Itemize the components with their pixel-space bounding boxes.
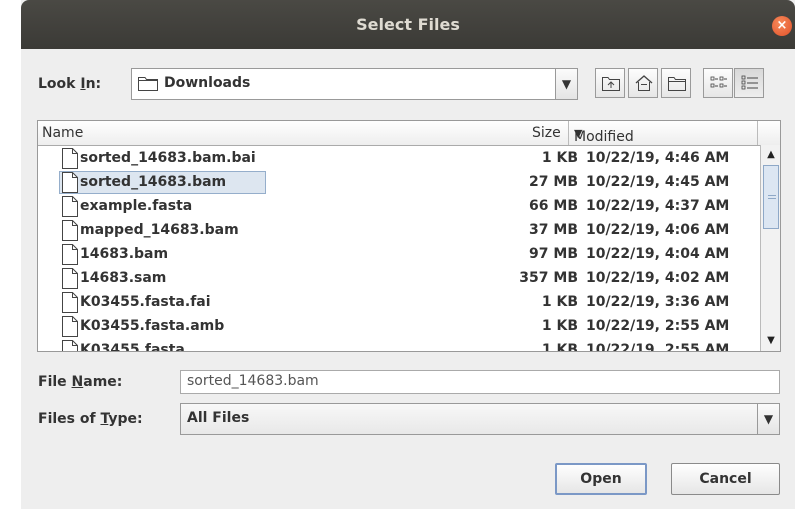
file-row[interactable]: sorted_14683.bam.bai 1 KB 10/22/19, 4:46 A…	[38, 147, 760, 171]
title-bar[interactable]: Select Files ×	[21, 0, 795, 49]
look-in-combo[interactable]: Downloads	[131, 68, 578, 100]
home-icon	[635, 75, 653, 91]
file-icon	[62, 244, 78, 265]
scroll-down-icon[interactable]: ▼	[761, 331, 780, 351]
close-button[interactable]: ×	[772, 16, 792, 36]
file-icon	[62, 220, 78, 241]
home-button[interactable]	[628, 68, 658, 98]
file-row[interactable]: K03455.fasta.amb 1 KB 10/22/19, 2:55 AM	[38, 315, 760, 339]
file-modified-cell: 10/22/19, 2:55 AM	[586, 342, 730, 352]
look-in-label: Look In:	[38, 76, 102, 92]
list-view-button[interactable]	[703, 68, 733, 98]
details-view-button[interactable]	[734, 68, 764, 98]
file-modified-cell: 10/22/19, 2:55 AM	[586, 318, 730, 334]
column-separator[interactable]	[568, 121, 569, 145]
dialog-title: Select Files	[356, 15, 460, 34]
column-header-name[interactable]: Name	[42, 125, 83, 141]
scroll-grip	[768, 195, 776, 196]
file-row[interactable]: 14683.bam 97 MB 10/22/19, 4:04 AM	[38, 243, 760, 267]
chevron-down-icon: ▼	[763, 412, 774, 426]
file-list[interactable]: Name Size Modified ▼ sorted_14683.bam.ba…	[37, 120, 781, 352]
file-name-cell: sorted_14683.bam	[80, 174, 227, 190]
file-size-cell: 1 KB	[541, 294, 578, 310]
open-button[interactable]: Open	[555, 463, 647, 495]
file-size-cell: 1 KB	[541, 342, 578, 352]
file-row[interactable]: example.fasta 66 MB 10/22/19, 4:37 AM	[38, 195, 760, 219]
look-in-value: Downloads	[164, 75, 251, 91]
file-modified-cell: 10/22/19, 4:04 AM	[586, 246, 730, 262]
file-size-cell: 66 MB	[529, 198, 578, 214]
cancel-button[interactable]: Cancel	[671, 463, 780, 495]
file-name-cell: K03455.fasta	[80, 342, 185, 352]
file-name-label: File Name:	[38, 374, 123, 390]
file-size-cell: 27 MB	[529, 174, 578, 190]
file-size-cell: 97 MB	[529, 246, 578, 262]
vertical-scrollbar[interactable]: ▲ ▼	[760, 145, 780, 351]
file-type-label: Files of Type:	[38, 411, 143, 427]
file-size-cell: 1 KB	[541, 318, 578, 334]
select-files-dialog: Select Files × Look In: Downloads ▼ Name…	[21, 0, 795, 509]
file-modified-cell: 10/22/19, 4:46 AM	[586, 150, 730, 166]
file-row[interactable]: 14683.sam 357 MB 10/22/19, 4:02 AM	[38, 267, 760, 291]
file-modified-cell: 10/22/19, 4:37 AM	[586, 198, 730, 214]
file-name-cell: K03455.fasta.amb	[80, 318, 225, 334]
column-separator[interactable]	[757, 121, 758, 145]
new-folder-icon	[668, 77, 686, 91]
file-icon	[62, 196, 78, 217]
close-icon: ×	[776, 18, 788, 33]
file-row[interactable]: mapped_14683.bam 37 MB 10/22/19, 4:06 AM	[38, 219, 760, 243]
file-name-cell: sorted_14683.bam.bai	[80, 150, 256, 166]
file-icon	[62, 148, 78, 169]
up-one-level-icon	[602, 77, 620, 91]
file-type-combo[interactable]: All Files	[180, 403, 780, 435]
background-window-strip	[0, 0, 21, 509]
file-name-cell: 14683.bam	[80, 246, 169, 262]
file-modified-cell: 10/22/19, 4:06 AM	[586, 222, 730, 238]
file-list-header: Name Size Modified ▼	[38, 121, 780, 146]
scroll-up-icon[interactable]: ▲	[761, 145, 780, 165]
column-header-modified[interactable]: Modified ▼	[574, 125, 634, 145]
file-name-cell: K03455.fasta.fai	[80, 294, 211, 310]
folder-icon	[138, 77, 158, 91]
file-size-cell: 357 MB	[519, 270, 578, 286]
file-icon	[62, 340, 78, 351]
file-size-cell: 37 MB	[529, 222, 578, 238]
scrollbar-thumb[interactable]	[763, 165, 779, 229]
file-modified-cell: 10/22/19, 4:45 AM	[586, 174, 730, 190]
column-header-size[interactable]: Size	[532, 125, 561, 141]
file-icon	[62, 316, 78, 337]
file-icon	[62, 268, 78, 289]
file-icon	[62, 172, 78, 193]
file-modified-cell: 10/22/19, 3:36 AM	[586, 294, 730, 310]
new-folder-button[interactable]	[661, 68, 691, 98]
chevron-down-icon: ▼	[561, 77, 572, 91]
file-size-cell: 1 KB	[541, 150, 578, 166]
file-name-cell: example.fasta	[80, 198, 193, 214]
file-name-cell: 14683.sam	[80, 270, 167, 286]
look-in-dropdown-button[interactable]: ▼	[555, 68, 578, 100]
file-row[interactable]: K03455.fasta 1 KB 10/22/19, 2:55 AM	[38, 339, 760, 352]
file-row[interactable]: sorted_14683.bam 27 MB 10/22/19, 4:45 AM	[38, 171, 760, 195]
file-icon	[62, 292, 78, 313]
up-one-level-button[interactable]	[595, 68, 625, 98]
file-type-value: All Files	[187, 410, 250, 426]
file-name-cell: mapped_14683.bam	[80, 222, 239, 238]
file-row[interactable]: K03455.fasta.fai 1 KB 10/22/19, 3:36 AM	[38, 291, 760, 315]
file-name-input[interactable]: sorted_14683.bam	[180, 370, 780, 394]
details-view-icon	[741, 75, 758, 90]
list-view-icon	[710, 76, 727, 88]
file-type-dropdown-button[interactable]: ▼	[757, 403, 780, 435]
file-modified-cell: 10/22/19, 4:02 AM	[586, 270, 730, 286]
